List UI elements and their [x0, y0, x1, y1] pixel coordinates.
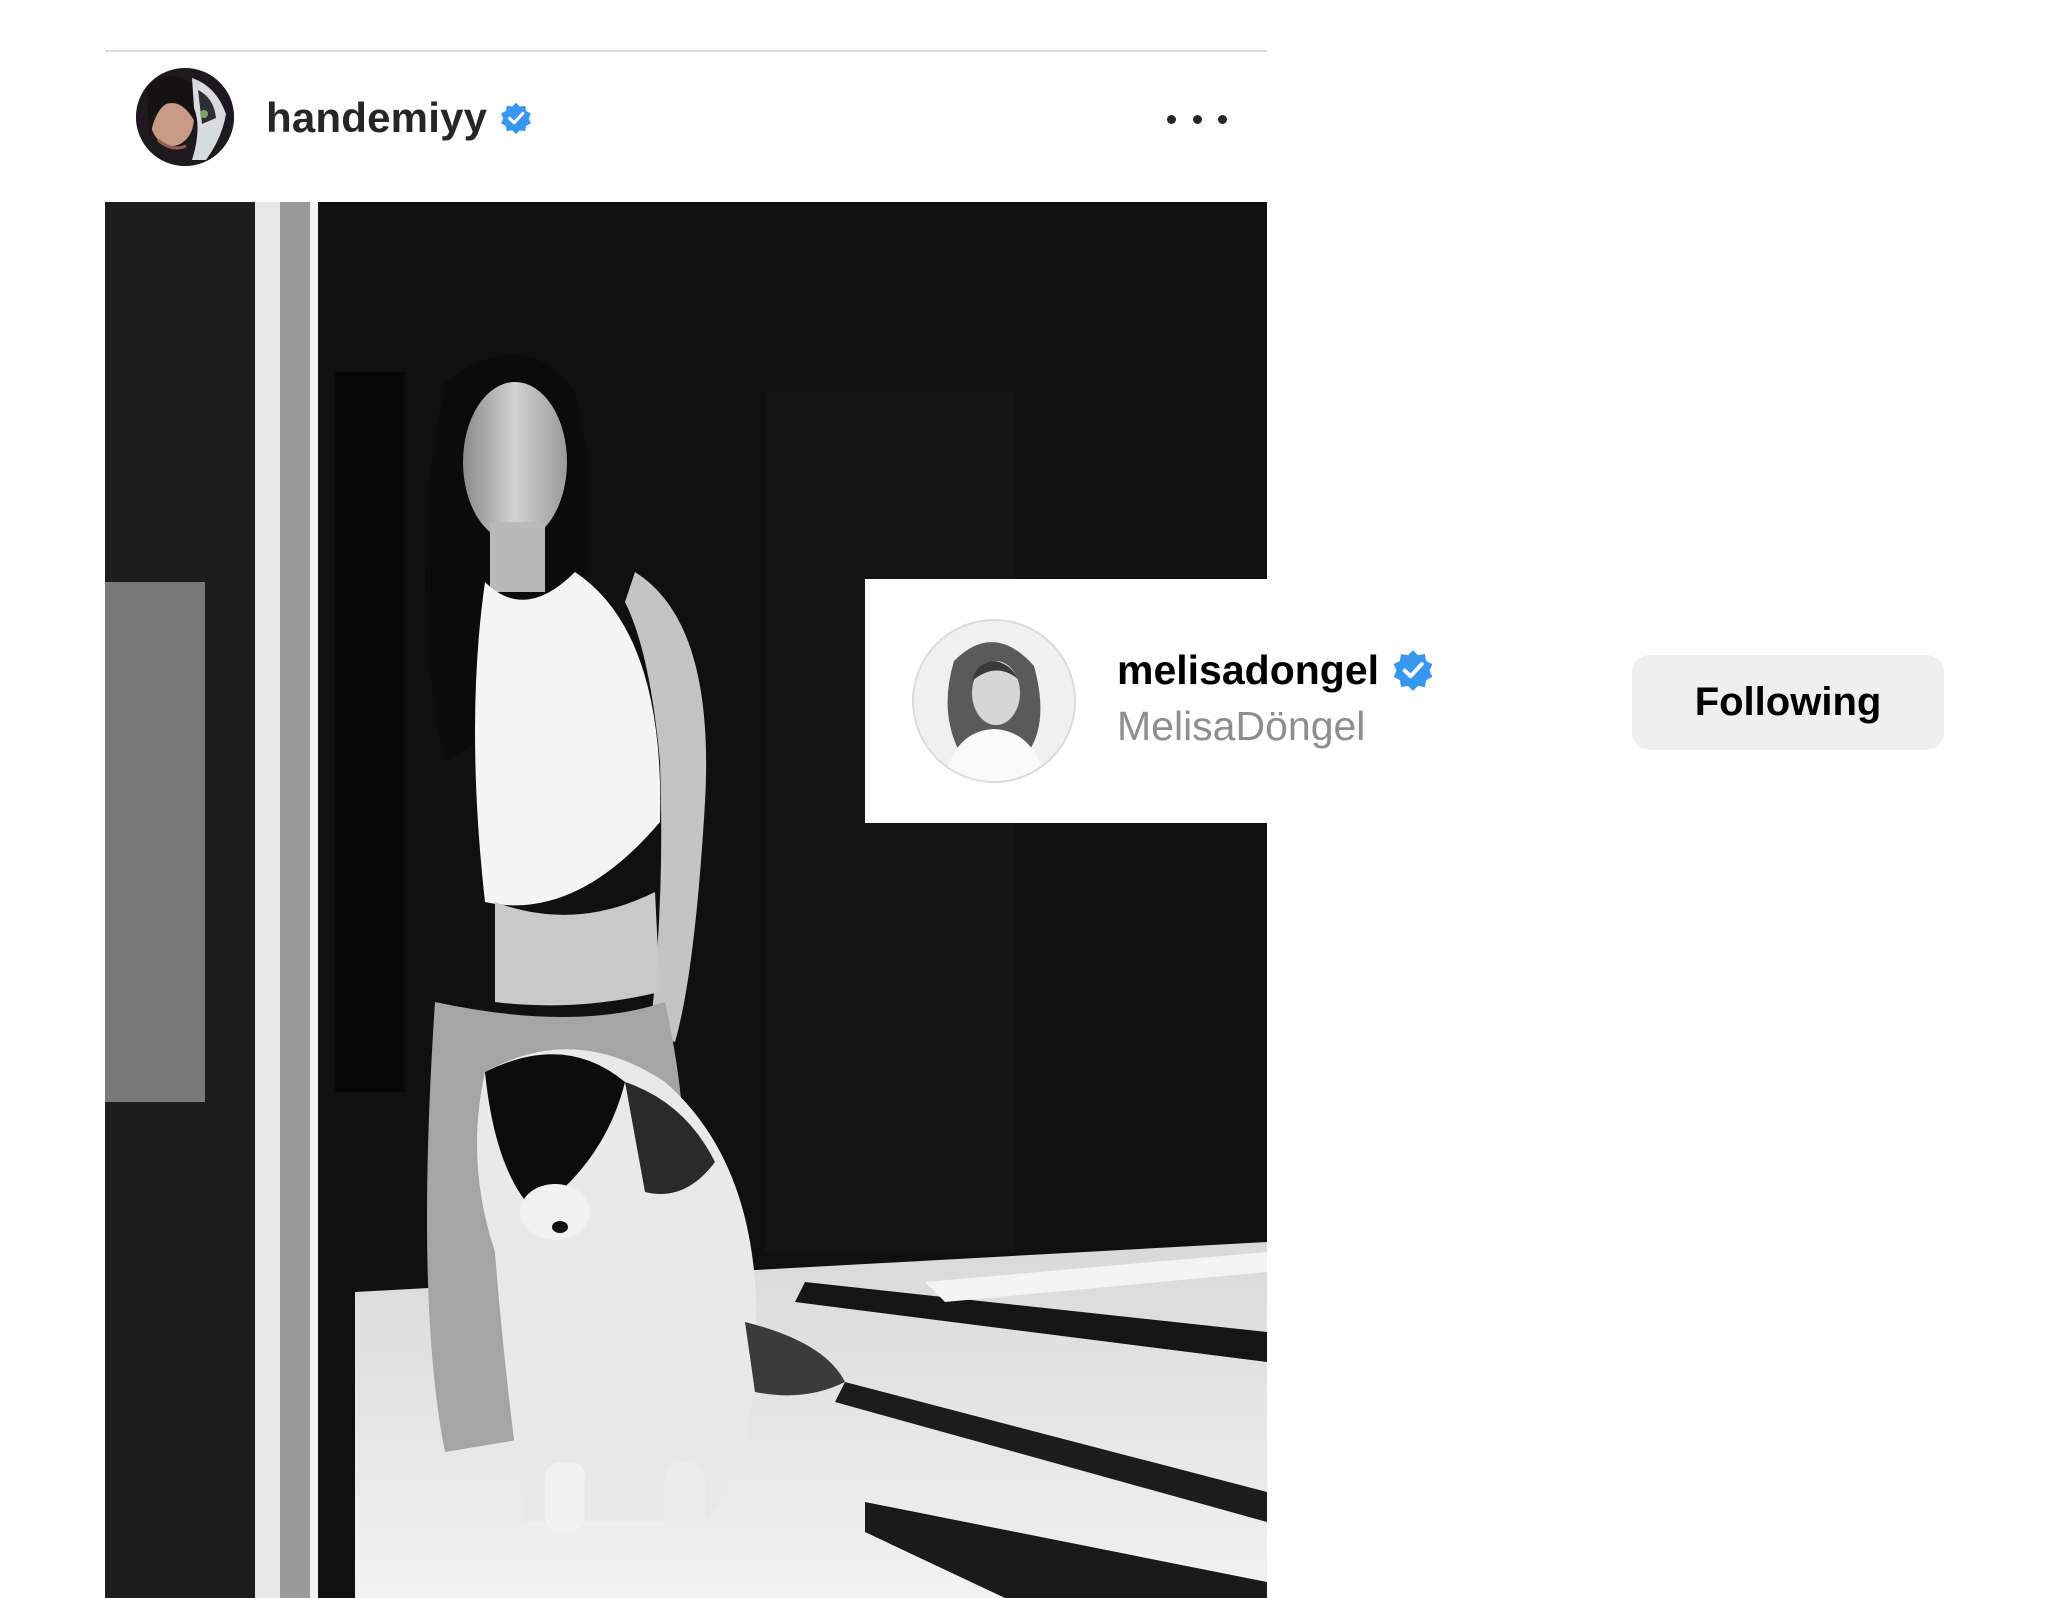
suggested-account-card[interactable]: melisadongel MelisaDöngel [865, 579, 1433, 823]
author-username-row[interactable]: handemiyy [266, 90, 533, 146]
post-photo[interactable] [105, 202, 1267, 1598]
suggested-account-full-name: MelisaDöngel [1117, 703, 1366, 749]
more-dot [1218, 114, 1227, 124]
suggested-account-username[interactable]: melisadongel [1117, 647, 1379, 694]
suggested-account-avatar[interactable] [912, 619, 1076, 783]
more-options-icon[interactable] [1167, 94, 1227, 144]
more-dot [1167, 114, 1176, 124]
suggested-account-username-row[interactable]: melisadongel [1117, 645, 1435, 695]
post-header: handemiyy [105, 60, 1267, 200]
more-dot [1192, 114, 1202, 124]
verified-badge-icon [1393, 650, 1433, 691]
top-divider [105, 50, 1267, 52]
verified-badge-icon [501, 102, 532, 135]
instagram-post-screen: handemiyy melisadongel MelisaDöngel Foll… [0, 0, 2047, 1598]
author-username[interactable]: handemiyy [266, 94, 487, 142]
following-button[interactable]: Following [1632, 655, 1944, 750]
author-avatar[interactable] [136, 68, 234, 166]
